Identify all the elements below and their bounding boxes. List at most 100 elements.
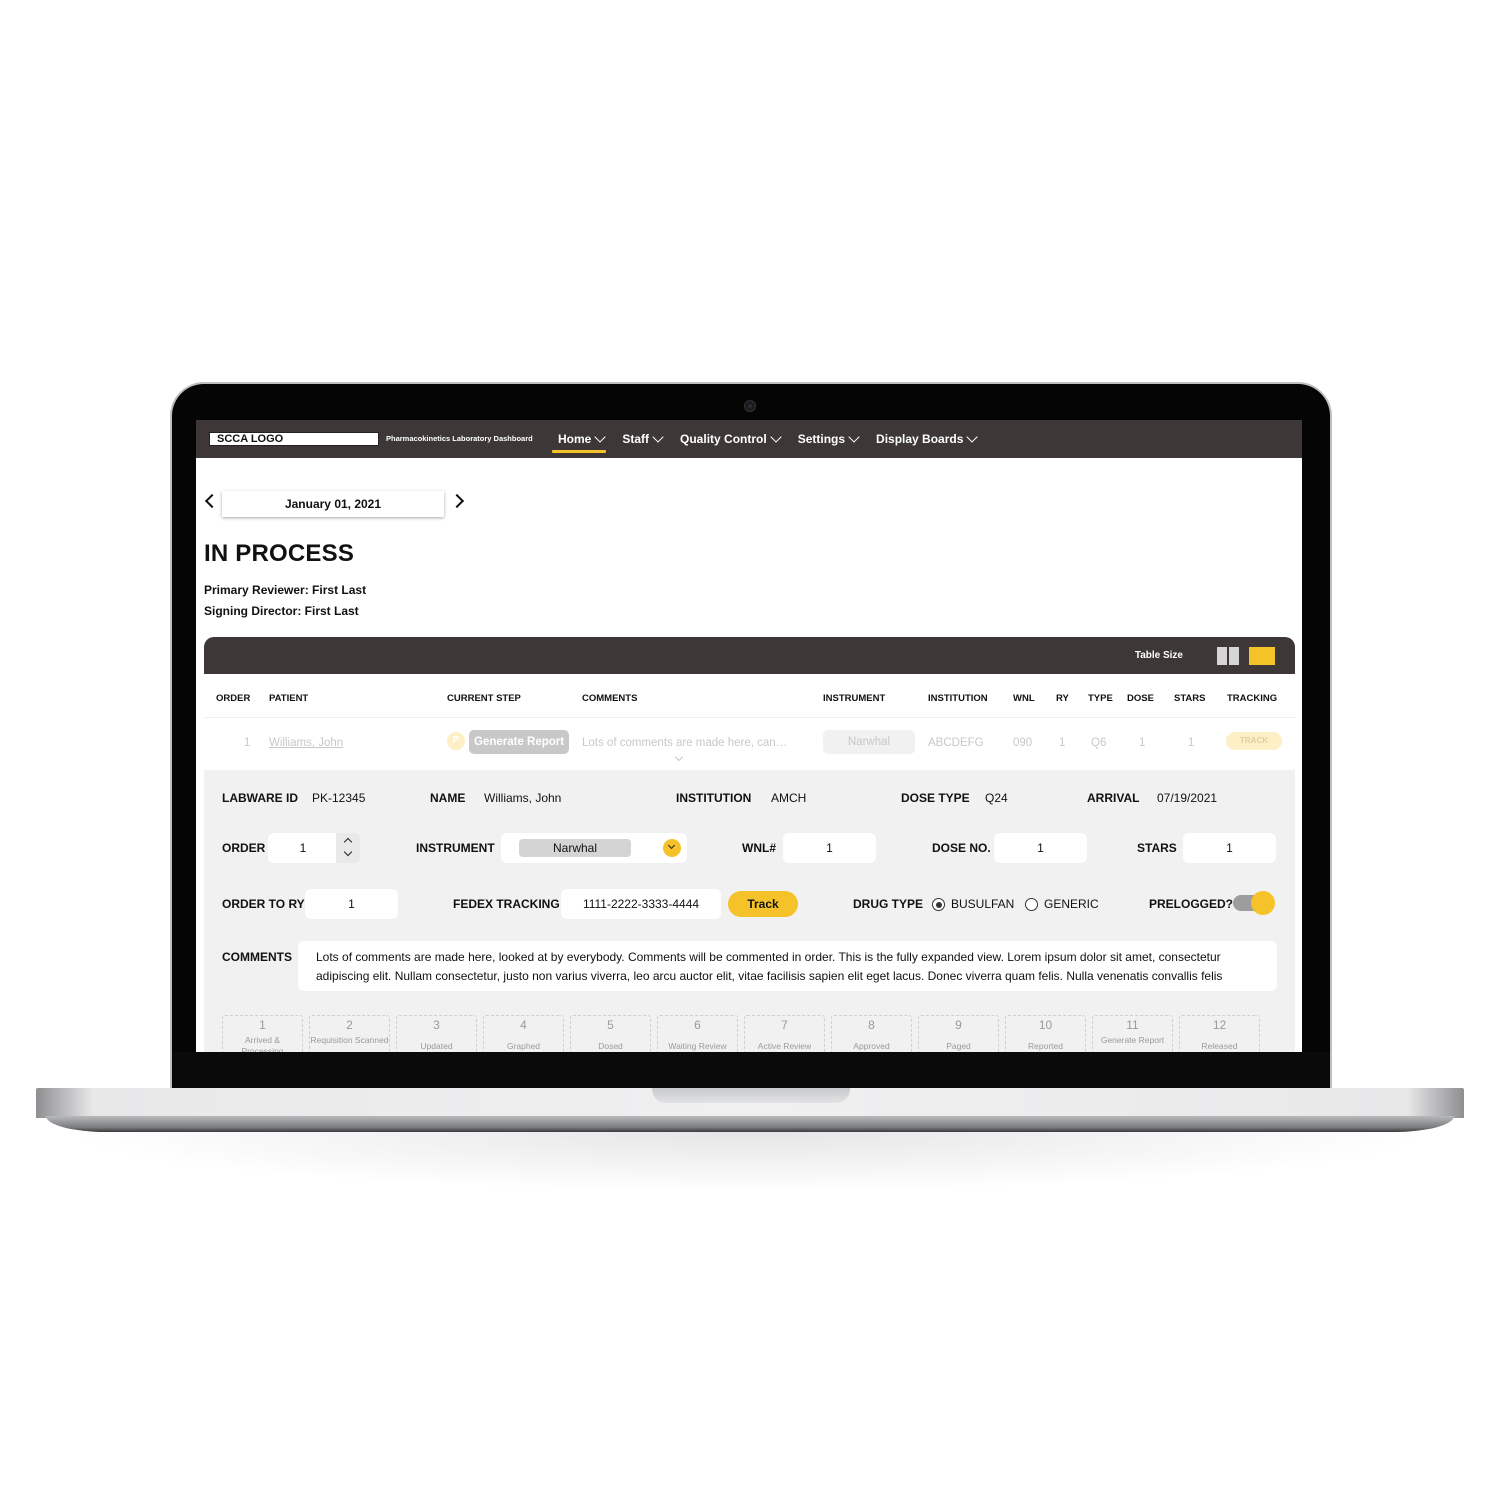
step-badge: P xyxy=(447,732,465,750)
signing-director: Signing Director: First Last xyxy=(204,604,359,618)
table-size-full-button[interactable] xyxy=(1249,647,1275,665)
step-name: Paged xyxy=(946,1041,971,1051)
wnl-input[interactable]: 1 xyxy=(783,833,876,863)
chevron-down-icon[interactable] xyxy=(343,847,353,857)
column-header-patient[interactable]: PATIENT xyxy=(269,693,308,704)
nav-item-quality-control[interactable]: Quality Control xyxy=(674,420,782,458)
laptop-base-edge xyxy=(46,1116,1454,1132)
column-header-current-step[interactable]: CURRENT STEP xyxy=(447,693,521,704)
nav-item-home[interactable]: Home xyxy=(552,420,607,458)
workflow-steps: 1 Arrived & Processing 2 Requisition Scann… xyxy=(222,1015,1260,1052)
nav-label: Display Boards xyxy=(876,432,964,446)
step-number: 4 xyxy=(520,1018,527,1032)
column-header-instrument[interactable]: INSTRUMENT xyxy=(823,693,885,704)
workflow-step[interactable]: 9 Paged xyxy=(918,1015,999,1052)
column-header-tracking[interactable]: TRACKING xyxy=(1227,693,1277,704)
cell-wnl: 090 xyxy=(1013,737,1033,749)
column-header-order[interactable]: ORDER xyxy=(216,693,250,704)
column-header-stars[interactable]: STARS xyxy=(1174,693,1206,704)
workflow-step[interactable]: 7 Active Review xyxy=(744,1015,825,1052)
laptop-notch xyxy=(652,1088,850,1103)
order-label: ORDER xyxy=(222,841,266,855)
order-to-ry-input[interactable]: 1 xyxy=(305,889,398,919)
radio-generic[interactable] xyxy=(1025,898,1038,911)
cell-stars: 1 xyxy=(1188,737,1195,749)
date-picker[interactable]: January 01, 2021 xyxy=(222,491,444,517)
current-step-pill[interactable]: Generate Report xyxy=(469,730,570,754)
order-input[interactable]: 1 xyxy=(268,833,338,863)
nav-item-display-boards[interactable]: Display Boards xyxy=(870,420,979,458)
column-header-type[interactable]: TYPE xyxy=(1088,693,1113,704)
institution-value: AMCH xyxy=(771,791,807,805)
table-toolbar: Table Size xyxy=(204,637,1295,674)
nav-item-staff[interactable]: Staff xyxy=(616,420,664,458)
step-name: Requisition Scanned xyxy=(310,1035,389,1045)
step-name: Reported xyxy=(1028,1041,1063,1051)
track-shipment-button[interactable]: Track xyxy=(728,891,798,917)
page-title: IN PROCESS xyxy=(204,540,355,567)
step-name: Graphed xyxy=(506,1041,541,1051)
cell-comments: Lots of comments are made here, can… xyxy=(582,737,788,749)
chevron-down-icon xyxy=(770,431,782,443)
cell-order: 1 xyxy=(244,737,251,749)
samples-table-card: Table Size ORDER PATIENT CURRENT STEP CO… xyxy=(204,637,1295,1052)
track-button[interactable]: TRACK xyxy=(1226,732,1282,750)
patient-link[interactable]: Williams, John xyxy=(269,737,343,749)
step-name: Released xyxy=(1201,1041,1238,1051)
cell-institution: ABCDEFG xyxy=(928,737,984,749)
prelogged-toggle[interactable] xyxy=(1233,891,1275,915)
chevron-right-icon[interactable] xyxy=(449,493,465,509)
workflow-step[interactable]: 6 Waiting Review xyxy=(657,1015,738,1052)
workflow-step[interactable]: 11 Generate Report xyxy=(1092,1015,1173,1052)
instrument-label: INSTRUMENT xyxy=(416,841,495,855)
workflow-step[interactable]: 5 Dosed xyxy=(570,1015,651,1052)
column-header-institution[interactable]: INSTITUTION xyxy=(928,693,988,704)
chevron-down-icon xyxy=(848,431,860,443)
nav-label: Home xyxy=(558,432,592,446)
step-name: Arrived & Processing xyxy=(241,1035,284,1052)
column-header-dose[interactable]: DOSE xyxy=(1127,693,1154,704)
chevron-down-icon[interactable] xyxy=(663,839,681,857)
logo[interactable]: SCCA LOGO xyxy=(209,432,379,446)
workflow-step[interactable]: 2 Requisition Scanned xyxy=(309,1015,390,1052)
step-number: 9 xyxy=(955,1018,962,1032)
webcam-icon xyxy=(744,400,756,412)
arrival-label: ARRIVAL xyxy=(1087,791,1140,805)
step-number: 6 xyxy=(694,1018,701,1032)
workflow-step[interactable]: 3 Updated xyxy=(396,1015,477,1052)
stars-input[interactable]: 1 xyxy=(1183,833,1276,863)
step-name: Generate Report xyxy=(1100,1035,1165,1045)
radio-generic-label[interactable]: GENERIC xyxy=(1044,897,1099,911)
laptop-bezel xyxy=(172,1052,1330,1088)
column-header-wnl[interactable]: WNL xyxy=(1013,693,1035,704)
table-row[interactable]: 1 Williams, John P Generate Report Lots … xyxy=(204,718,1295,770)
laptop-shadow xyxy=(60,1132,1440,1192)
column-header-comments[interactable]: COMMENTS xyxy=(582,693,637,704)
nav-item-settings[interactable]: Settings xyxy=(792,420,860,458)
radio-busulfan-label[interactable]: BUSULFAN xyxy=(951,897,1014,911)
instrument-selected-value: Narwhal xyxy=(519,839,631,857)
workflow-step[interactable]: 1 Arrived & Processing xyxy=(222,1015,303,1052)
workflow-step[interactable]: 10 Reported xyxy=(1005,1015,1086,1052)
column-header-ry[interactable]: RY xyxy=(1056,693,1069,704)
radio-busulfan[interactable] xyxy=(932,898,945,911)
top-nav-bar: SCCA LOGO Pharmacokinetics Laboratory Da… xyxy=(196,420,1302,458)
workflow-step[interactable]: 4 Graphed xyxy=(483,1015,564,1052)
workflow-step[interactable]: 12 Released xyxy=(1179,1015,1260,1052)
comments-textarea[interactable]: Lots of comments are made here, looked a… xyxy=(298,941,1277,991)
chevron-up-icon[interactable] xyxy=(343,837,353,847)
chevron-down-icon[interactable] xyxy=(674,752,684,762)
dose-type-label: DOSE TYPE xyxy=(901,791,970,805)
name-label: NAME xyxy=(430,791,466,805)
order-stepper xyxy=(336,833,360,863)
chevron-left-icon[interactable] xyxy=(204,493,220,509)
instrument-select[interactable]: Narwhal xyxy=(501,833,687,863)
step-name: Active Review xyxy=(757,1041,812,1051)
name-value: Williams, John xyxy=(484,791,562,805)
dose-no-input[interactable]: 1 xyxy=(994,833,1087,863)
table-size-compact-button[interactable] xyxy=(1217,647,1239,665)
workflow-step[interactable]: 8 Approved xyxy=(831,1015,912,1052)
primary-reviewer: Primary Reviewer: First Last xyxy=(204,583,367,597)
cell-type: Q6 xyxy=(1091,737,1107,749)
fedex-tracking-input[interactable]: 1111-2222-3333-4444 xyxy=(561,889,721,919)
